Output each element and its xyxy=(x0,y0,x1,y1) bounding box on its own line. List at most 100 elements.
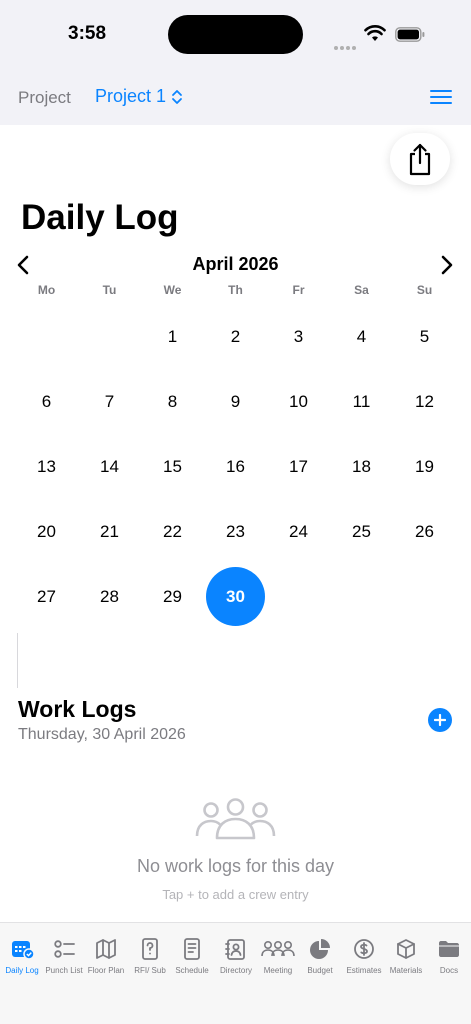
tab-floor-plan[interactable]: Floor Plan xyxy=(84,937,128,975)
calendar-day[interactable]: 8 xyxy=(141,369,204,434)
project-selector[interactable]: Project 1 xyxy=(95,86,183,107)
tab-label: Daily Log xyxy=(5,966,39,975)
calendar-day[interactable]: 29 xyxy=(141,564,204,629)
calendar-day[interactable]: 23 xyxy=(204,499,267,564)
calendar-icon xyxy=(0,937,44,961)
question-doc-icon xyxy=(128,937,172,961)
tab-materials[interactable]: Materials xyxy=(384,937,428,975)
calendar-day-number: 5 xyxy=(419,326,430,346)
folder-icon xyxy=(427,937,471,961)
calendar-day[interactable]: 7 xyxy=(78,369,141,434)
calendar-day[interactable]: 12 xyxy=(393,369,456,434)
people-icon xyxy=(256,937,300,961)
calendar-day-number: 20 xyxy=(37,521,56,541)
nav-bar: Project Project 1 xyxy=(0,70,471,125)
contact-book-icon xyxy=(214,937,258,961)
add-work-log-button[interactable] xyxy=(428,708,452,732)
signal-icon xyxy=(334,37,358,50)
project-name: Project 1 xyxy=(95,86,167,106)
calendar-day-number: 10 xyxy=(289,391,308,411)
calendar-header: April 2026 xyxy=(0,252,471,278)
calendar-day[interactable]: 1 xyxy=(141,304,204,369)
tab-rfi-sub[interactable]: RFI/ Sub xyxy=(128,937,172,975)
work-logs-date: Thursday, 30 April 2026 xyxy=(18,726,186,743)
tab-schedule[interactable]: Schedule xyxy=(170,937,214,975)
tab-estimates[interactable]: Estimates xyxy=(342,937,386,975)
calendar-day-number: 21 xyxy=(100,521,119,541)
tab-meeting[interactable]: Meeting xyxy=(256,937,300,975)
tab-label: Budget xyxy=(307,966,333,975)
calendar-day-number: 19 xyxy=(415,456,434,476)
project-label: Project xyxy=(18,88,71,107)
calendar-day[interactable]: 16 xyxy=(204,434,267,499)
calendar-day[interactable]: 14 xyxy=(78,434,141,499)
status-time: 3:58 xyxy=(68,23,107,44)
calendar-grid: 1 2 3 4 5 6 7 8 9 10 11 12 13 14 15 16 17 18 19 20 21 22 23 24 2… xyxy=(15,304,456,629)
calendar-day-number: 12 xyxy=(415,391,434,411)
tab-label: Materials xyxy=(389,966,423,975)
tab-docs[interactable]: Docs xyxy=(427,937,471,975)
month-label: April 2026 xyxy=(192,254,279,274)
tab-label: Docs xyxy=(439,966,459,975)
calendar-day[interactable]: 28 xyxy=(78,564,141,629)
calendar-day-number: 29 xyxy=(163,586,182,606)
tab-label: Meeting xyxy=(263,966,293,975)
weekday-label: Th xyxy=(228,283,243,297)
calendar-day-number: 18 xyxy=(352,456,371,476)
calendar-day[interactable]: 5 xyxy=(393,304,456,369)
calendar-day-number: 16 xyxy=(226,456,245,476)
checklist-icon xyxy=(42,937,86,961)
calendar-day[interactable]: 11 xyxy=(330,369,393,434)
calendar-day-number: 23 xyxy=(226,521,245,541)
calendar-day[interactable]: 27 xyxy=(15,564,78,629)
calendar-day[interactable]: 9 xyxy=(204,369,267,434)
tab-daily-log[interactable]: Daily Log xyxy=(0,937,44,975)
document-icon xyxy=(170,937,214,961)
calendar-day-number: 9 xyxy=(230,391,241,411)
calendar-day[interactable]: 13 xyxy=(15,434,78,499)
dynamic-island xyxy=(168,15,303,54)
calendar-day-number: 6 xyxy=(41,391,52,411)
tab-directory[interactable]: Directory xyxy=(214,937,258,975)
crew-people-icon xyxy=(195,798,276,840)
calendar-day[interactable]: 25 xyxy=(330,499,393,564)
calendar-day[interactable]: 18 xyxy=(330,434,393,499)
calendar-day[interactable]: 20 xyxy=(15,499,78,564)
weekday-label: Su xyxy=(416,283,433,297)
pie-chart-icon xyxy=(298,937,342,961)
calendar-day-number: 28 xyxy=(100,586,119,606)
calendar-day[interactable]: 22 xyxy=(141,499,204,564)
tab-label: RFI/ Sub xyxy=(134,966,166,975)
calendar-day[interactable]: 21 xyxy=(78,499,141,564)
calendar-blank xyxy=(78,304,141,369)
calendar-day[interactable]: 17 xyxy=(267,434,330,499)
calendar-day[interactable]: 6 xyxy=(15,369,78,434)
tab-punch-list[interactable]: Punch List xyxy=(42,937,86,975)
calendar-day-number: 26 xyxy=(415,521,434,541)
page-title: Daily Log xyxy=(21,198,179,237)
tab-budget[interactable]: Budget xyxy=(298,937,342,975)
tab-label: Floor Plan xyxy=(87,966,125,975)
calendar-day[interactable]: 15 xyxy=(141,434,204,499)
dollar-circle-icon xyxy=(342,937,386,961)
calendar-day[interactable]: 4 xyxy=(330,304,393,369)
status-bar: 3:58 xyxy=(0,0,471,70)
calendar-day[interactable]: 19 xyxy=(393,434,456,499)
weekday-label: Tu xyxy=(102,283,117,297)
chevron-right-icon[interactable] xyxy=(440,254,454,276)
calendar-blank xyxy=(15,304,78,369)
hamburger-menu-icon[interactable] xyxy=(430,90,452,106)
calendar-day-number: 27 xyxy=(37,586,56,606)
calendar-day[interactable]: 2 xyxy=(204,304,267,369)
tab-label: Directory xyxy=(219,966,252,975)
weekday-label: Fr xyxy=(292,283,305,297)
calendar-day-number: 13 xyxy=(37,456,56,476)
calendar-day-number: 24 xyxy=(289,521,308,541)
work-logs-title: Work Logs xyxy=(18,696,137,722)
share-button[interactable] xyxy=(390,133,450,185)
calendar-day[interactable]: 10 xyxy=(267,369,330,434)
calendar-day[interactable]: 26 xyxy=(393,499,456,564)
calendar-day[interactable]: 24 xyxy=(267,499,330,564)
calendar-day-selected[interactable]: 30 xyxy=(204,564,267,629)
calendar-day[interactable]: 3 xyxy=(267,304,330,369)
